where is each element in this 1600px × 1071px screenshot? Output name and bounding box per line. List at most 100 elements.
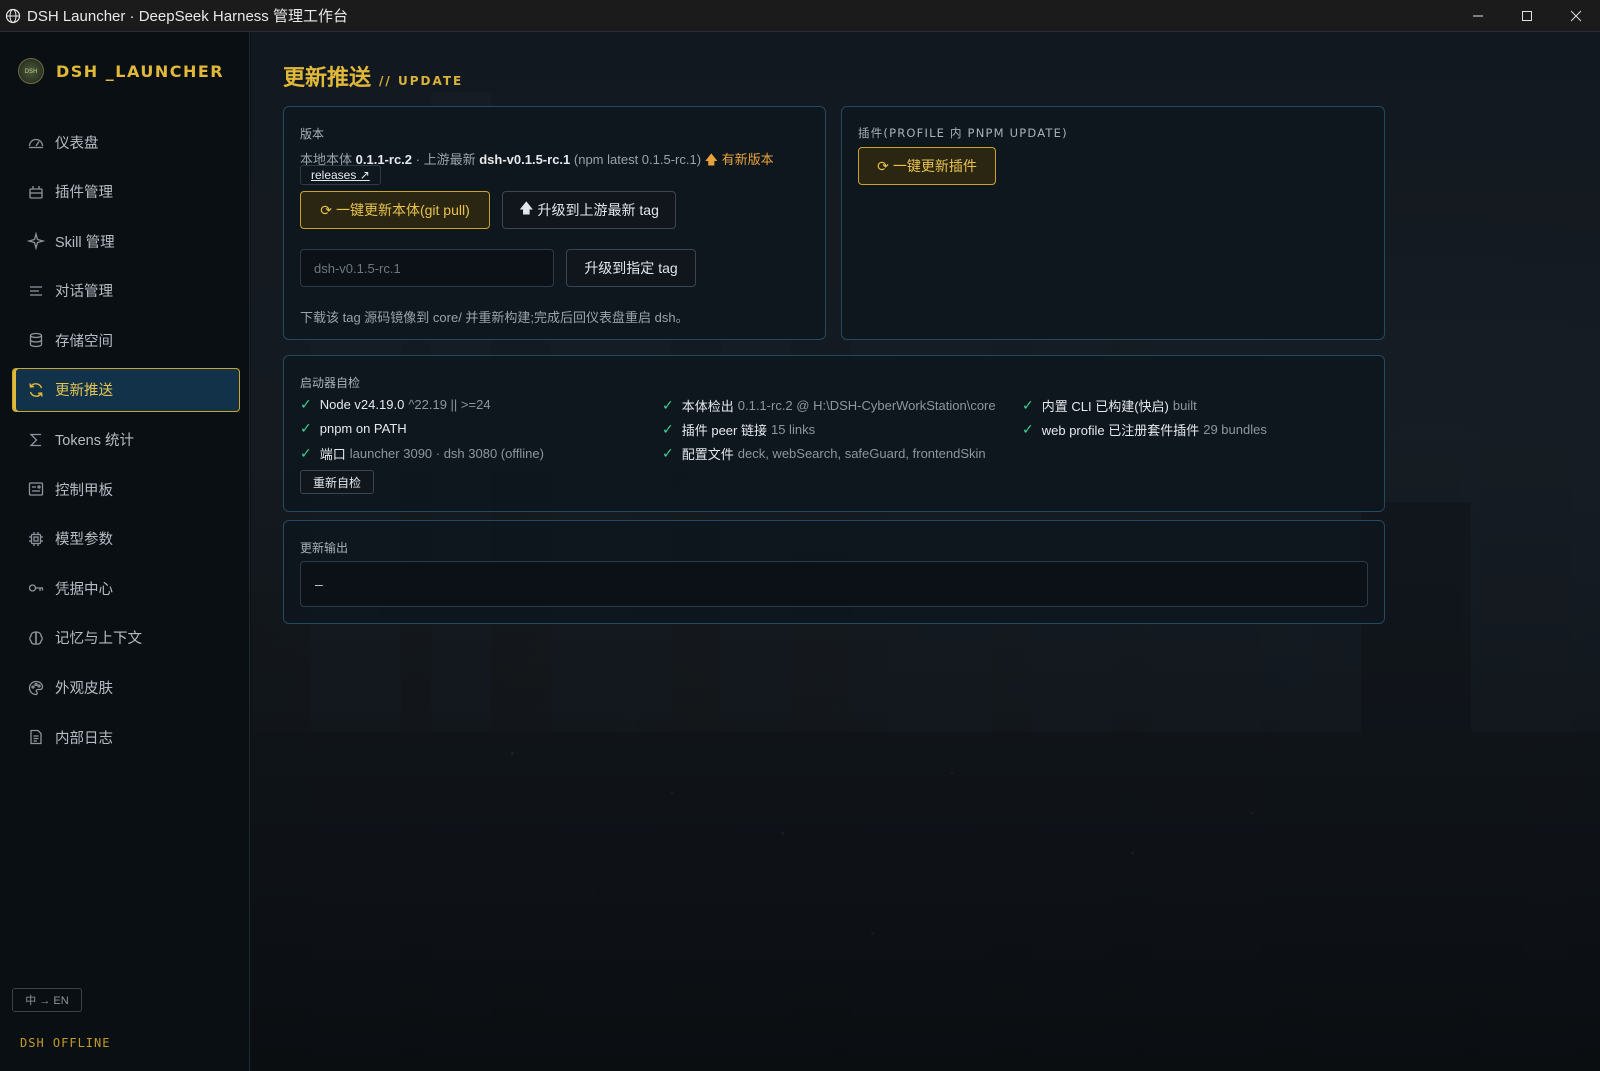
- sidebar-nav: 仪表盘 插件管理 Skill 管理 对话管理 存储空间 更新推送 Tokens …: [12, 120, 240, 765]
- check-icon: ✓: [300, 445, 312, 461]
- check-icon: ✓: [1022, 397, 1034, 413]
- sparkle-icon: [27, 232, 45, 251]
- upgrade-hint-text: 下载该 tag 源码镜像到 core/ 并重新构建;完成后回仪表盘重启 dsh。: [300, 310, 689, 325]
- sidebar-item-dashboard[interactable]: 仪表盘: [12, 120, 240, 164]
- refresh-icon: ⟳: [320, 201, 332, 218]
- maximize-button[interactable]: [1502, 0, 1551, 31]
- check-config-files: ✓ 配置文件 deck, webSearch, safeGuard, front…: [662, 445, 986, 462]
- sidebar-item-control-deck[interactable]: 控制甲板: [12, 467, 240, 511]
- close-button[interactable]: [1551, 0, 1600, 31]
- upstream-version-prefix: · 上游最新: [415, 152, 476, 167]
- language-toggle-button[interactable]: 中 → EN: [12, 988, 82, 1012]
- plugin-card-label: 插件(PROFILE 内 PNPM UPDATE): [858, 126, 1068, 140]
- minimize-button[interactable]: [1453, 0, 1502, 31]
- window-controls: [1453, 0, 1600, 31]
- selfcheck-card: 启动器自检 ✓ Node v24.19.0 ^22.19 || >=24 ✓ p…: [283, 355, 1385, 512]
- check-icon: ✓: [662, 397, 674, 413]
- brand-name: DSH _LAUNCHER: [56, 61, 225, 81]
- update-output-card: 更新输出 –: [283, 520, 1385, 624]
- check-icon: ✓: [300, 420, 312, 436]
- sidebar-item-label: 控制甲板: [55, 482, 113, 499]
- new-version-badge: 有新版本: [721, 152, 774, 167]
- refresh-icon: ⟳: [877, 157, 889, 174]
- sidebar-item-label: Tokens 统计: [55, 433, 134, 450]
- sigma-icon: [29, 433, 41, 446]
- upgrade-latest-tag-button[interactable]: 🡅 升级到上游最新 tag: [502, 191, 676, 229]
- key-icon: [28, 584, 44, 592]
- check-icon: ✓: [662, 421, 674, 437]
- sidebar-item-label: 凭据中心: [55, 581, 113, 598]
- maximize-icon: [1521, 10, 1532, 21]
- version-card: 版本 本地本体 0.1.1-rc.2 · 上游最新 dsh-v0.1.5-rc.…: [283, 106, 826, 340]
- panel-icon: [28, 482, 44, 496]
- sidebar-item-logs[interactable]: 内部日志: [12, 715, 240, 759]
- refresh-icon: [29, 383, 43, 397]
- palette-icon: [28, 680, 44, 695]
- sidebar-item-conversations[interactable]: 对话管理: [12, 269, 240, 313]
- check-icon: ✓: [300, 396, 312, 412]
- main-content: 更新推送 // UPDATE 版本 本地本体 0.1.1-rc.2 · 上游最新…: [251, 32, 1600, 1071]
- sidebar-item-label: 对话管理: [55, 284, 113, 301]
- minimize-icon: [1472, 15, 1483, 16]
- check-icon: ✓: [1022, 421, 1034, 437]
- sidebar-item-label: Skill 管理: [55, 234, 115, 251]
- check-ports: ✓ 端口 launcher 3090 · dsh 3080 (offline): [300, 445, 544, 462]
- sidebar-item-updates[interactable]: 更新推送: [12, 367, 240, 412]
- brand: DSH DSH _LAUNCHER: [18, 58, 224, 84]
- brand-logo: DSH: [18, 58, 44, 84]
- sidebar-item-label: 内部日志: [55, 730, 113, 747]
- page-title-text: 更新推送: [283, 65, 372, 90]
- sidebar-item-tokens[interactable]: Tokens 统计: [12, 418, 240, 462]
- recheck-button[interactable]: 重新自检: [300, 470, 374, 494]
- git-pull-update-button[interactable]: ⟳ 一键更新本体(git pull): [300, 191, 490, 229]
- version-card-label: 版本: [300, 127, 325, 141]
- window-title: DSH Launcher · DeepSeek Harness 管理工作台: [27, 8, 348, 25]
- sidebar: DSH DSH _LAUNCHER 仪表盘 插件管理 Skill 管理 对话管理…: [0, 32, 250, 1071]
- sidebar-item-label: 更新推送: [55, 383, 113, 400]
- sidebar-item-label: 存储空间: [55, 333, 113, 350]
- output-card-label: 更新输出: [300, 541, 349, 555]
- plugin-update-card: 插件(PROFILE 内 PNPM UPDATE) ⟳ 一键更新插件: [841, 106, 1385, 340]
- brain-icon: [29, 631, 43, 645]
- globe-icon: [5, 8, 21, 23]
- check-core-checkout: ✓ 本体检出 0.1.1-rc.2 @ H:\DSH-CyberWorkStat…: [662, 397, 996, 414]
- title-bar: DSH Launcher · DeepSeek Harness 管理工作台: [0, 0, 1600, 32]
- check-plugin-peer-links: ✓ 插件 peer 链接 15 links: [662, 421, 816, 438]
- sidebar-item-storage[interactable]: 存储空间: [12, 318, 240, 362]
- sidebar-item-plugins[interactable]: 插件管理: [12, 170, 240, 214]
- page-subtitle: // UPDATE: [379, 74, 464, 88]
- selfcheck-card-label: 启动器自检: [300, 376, 361, 390]
- check-web-profile: ✓ web profile 已注册套件插件 29 bundles: [1022, 421, 1267, 438]
- tag-input[interactable]: dsh-v0.1.5-rc.1: [300, 249, 554, 287]
- document-icon: [30, 729, 42, 745]
- sidebar-item-skills[interactable]: Skill 管理: [12, 219, 240, 263]
- sidebar-item-label: 记忆与上下文: [55, 631, 142, 648]
- sidebar-item-label: 外观皮肤: [55, 681, 113, 698]
- sidebar-item-label: 仪表盘: [55, 135, 99, 152]
- sidebar-item-memory[interactable]: 记忆与上下文: [12, 616, 240, 660]
- releases-link[interactable]: releases ↗: [300, 165, 381, 185]
- database-icon: [29, 333, 43, 348]
- sidebar-item-model-params[interactable]: 模型参数: [12, 517, 240, 561]
- sidebar-item-credentials[interactable]: 凭据中心: [12, 566, 240, 610]
- sidebar-item-label: 模型参数: [55, 532, 113, 549]
- sidebar-item-label: 插件管理: [55, 185, 113, 202]
- update-plugins-button[interactable]: ⟳ 一键更新插件: [858, 147, 996, 185]
- close-icon: [1570, 10, 1581, 21]
- arrow-up-icon: 🡅: [704, 152, 719, 167]
- check-node: ✓ Node v24.19.0 ^22.19 || >=24: [300, 396, 491, 412]
- page-title: 更新推送 // UPDATE: [283, 60, 463, 92]
- upgrade-latest-tag-label: 升级到上游最新 tag: [537, 202, 659, 218]
- check-icon: ✓: [662, 445, 674, 461]
- dsh-status-text: DSH OFFLINE: [20, 1036, 111, 1050]
- sidebar-item-skins[interactable]: 外观皮肤: [12, 666, 240, 710]
- npm-version-note: (npm latest 0.1.5-rc.1): [573, 152, 702, 167]
- update-output-box: –: [300, 561, 1368, 607]
- plugin-icon: [29, 185, 43, 199]
- upgrade-specific-tag-button[interactable]: 升级到指定 tag: [566, 249, 696, 287]
- git-pull-update-label: 一键更新本体(git pull): [335, 202, 470, 218]
- check-builtin-cli: ✓ 内置 CLI 已构建(快启) built: [1022, 397, 1197, 414]
- list-icon: [30, 286, 42, 296]
- update-plugins-label: 一键更新插件: [892, 158, 977, 174]
- chip-icon: [29, 531, 43, 546]
